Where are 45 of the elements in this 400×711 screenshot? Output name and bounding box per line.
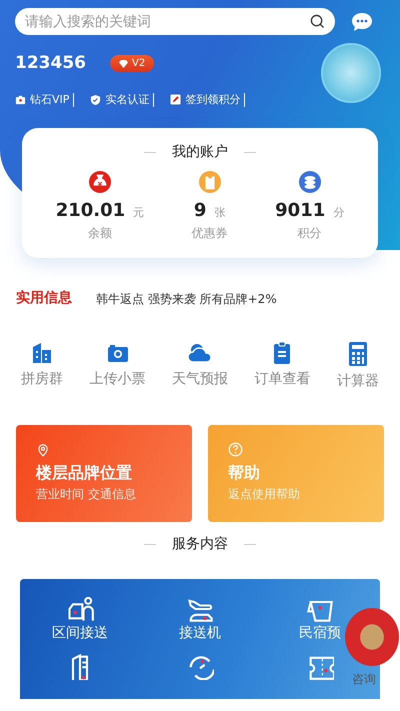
ticket-icon: [198, 171, 221, 193]
consult-label[interactable]: 咨询: [352, 670, 376, 688]
location-card[interactable]: 楼层品牌位置 营业时间 交通信息: [16, 425, 192, 522]
coupon-value: 9: [194, 199, 206, 223]
balance-label[interactable]: 余额: [88, 224, 112, 242]
location-pin-icon: [36, 442, 50, 458]
level-badge: V2: [110, 55, 154, 72]
search-field[interactable]: 请输入搜索的关键词: [15, 8, 335, 35]
chat-icon[interactable]: [351, 12, 373, 32]
coins-icon: [298, 171, 321, 193]
coupon-label[interactable]: 优惠券: [192, 224, 228, 242]
tag-label[interactable]: 实名认证: [105, 92, 150, 106]
person-car-icon: [66, 595, 94, 623]
camera-shortcut[interactable]: 上传小票: [90, 369, 146, 390]
card-subtitle: 营业时间 交通信息: [36, 486, 137, 503]
search-icon: [310, 14, 325, 29]
tag-label[interactable]: 钻石VIP: [30, 92, 70, 106]
points-value: 9011: [275, 199, 326, 223]
plane-service[interactable]: 接送机: [179, 623, 221, 644]
clipboard-shortcut[interactable]: 订单查看: [254, 369, 310, 390]
shuttle-service[interactable]: 区间接送: [52, 623, 108, 644]
pencil-icon: [170, 94, 182, 105]
calculator-shortcut[interactable]: 计算器: [336, 371, 379, 392]
services-title: 服务内容: [172, 535, 228, 554]
help-icon: [228, 442, 243, 458]
points-label[interactable]: 积分: [298, 224, 322, 242]
building-shortcut[interactable]: 拼房群: [21, 369, 64, 390]
card-subtitle: 返点使用帮助: [228, 486, 301, 503]
notice-title: 实用信息: [16, 288, 72, 308]
account-title: 我的账户: [172, 143, 228, 162]
balance-value: 210.01: [56, 199, 126, 223]
unit-label: 张: [214, 205, 226, 221]
notice-text[interactable]: 韩牛返点 强势来袭 所有品牌+2%: [96, 290, 277, 308]
user-id: 123456: [15, 52, 86, 75]
card-title: 楼层品牌位置: [36, 462, 133, 484]
weather-shortcut[interactable]: 天气预报: [172, 369, 228, 390]
shield-check-icon: [90, 94, 102, 106]
unit-label: 分: [333, 205, 344, 221]
tag-label[interactable]: 签到领积分: [185, 92, 240, 106]
diamond-icon: [118, 60, 128, 68]
money-bag-icon: [88, 171, 111, 193]
help-card[interactable]: 帮助 返点使用帮助: [208, 425, 384, 522]
homestay-service[interactable]: 民宿预: [299, 623, 341, 644]
card-title: 帮助: [228, 462, 261, 484]
unit-label: 元: [133, 205, 144, 221]
